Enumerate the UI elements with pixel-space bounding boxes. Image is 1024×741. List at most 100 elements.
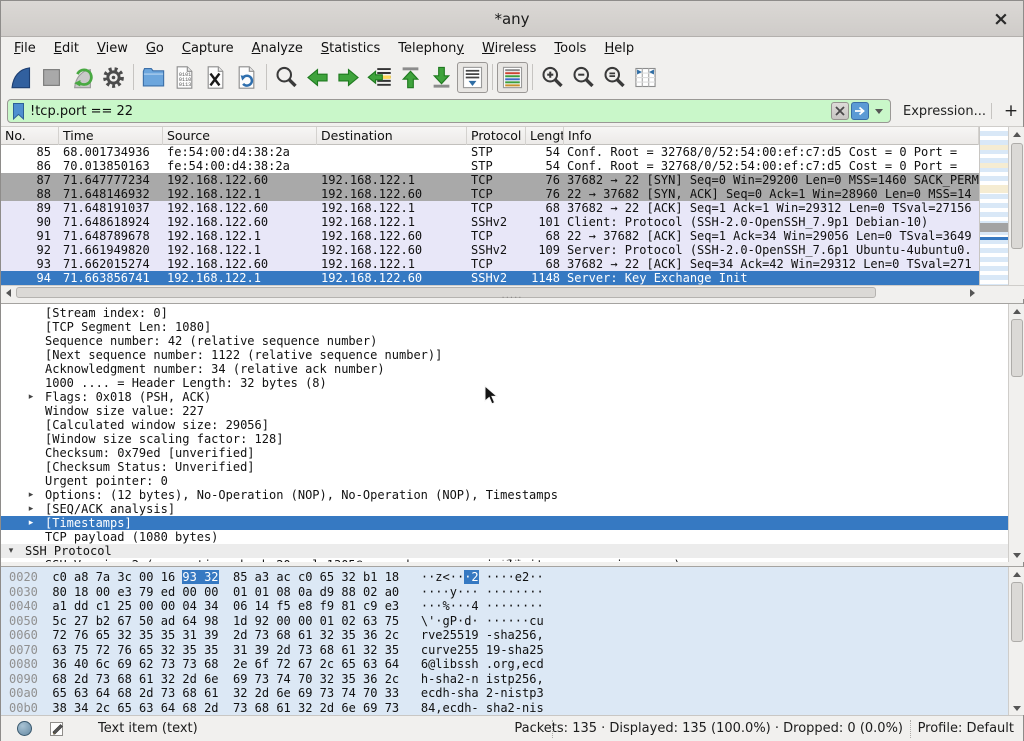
detail-row[interactable]: Window size value: 227	[1, 404, 1008, 418]
scrollbar-thumb[interactable]	[1011, 143, 1023, 249]
detail-row[interactable]: [Next sequence number: 1122 (relative se…	[1, 348, 1008, 362]
detail-row[interactable]: [Checksum Status: Unverified]	[1, 460, 1008, 474]
detail-row[interactable]: [Stream index: 0]	[1, 306, 1008, 320]
go-first-packet-button[interactable]	[395, 62, 426, 93]
go-forward-button[interactable]	[333, 62, 364, 93]
column-header-protocol[interactable]: Protocol	[467, 127, 526, 145]
hex-row-0060[interactable]: 0060 72 76 65 32 35 35 31 39 2d 73 68 61…	[1, 628, 1023, 643]
scroll-down-icon[interactable]	[1009, 701, 1024, 715]
colorize-packets-button[interactable]	[497, 62, 528, 93]
details-vertical-scrollbar[interactable]	[1008, 304, 1024, 562]
menu-edit[interactable]: Edit	[45, 39, 88, 58]
filter-history-dropdown-icon[interactable]	[875, 109, 883, 114]
detail-row[interactable]: ▸Options: (12 bytes), No-Operation (NOP)…	[1, 488, 1008, 502]
display-filter-field[interactable]	[7, 99, 891, 123]
packet-row-89[interactable]: 8971.648191037192.168.122.60192.168.122.…	[1, 201, 979, 215]
display-filter-input[interactable]	[26, 104, 829, 119]
profile-status[interactable]: Profile: Default	[918, 721, 1014, 736]
detail-row[interactable]: [Calculated window size: 29056]	[1, 418, 1008, 432]
detail-row[interactable]: ▸[SEQ/ACK analysis]	[1, 502, 1008, 516]
scroll-up-icon[interactable]	[1009, 567, 1024, 581]
close-file-button[interactable]	[200, 62, 231, 93]
hex-row-0080[interactable]: 0080 36 40 6c 69 62 73 73 68 2e 6f 72 67…	[1, 657, 1023, 672]
packet-row-94[interactable]: 9471.663856741192.168.122.1192.168.122.6…	[1, 271, 979, 285]
expand-icon[interactable]: ▸	[25, 488, 37, 502]
detail-row[interactable]: 1000 .... = Header Length: 32 bytes (8)	[1, 376, 1008, 390]
expert-info-icon[interactable]	[17, 721, 32, 736]
auto-scroll-button[interactable]	[457, 62, 488, 93]
zoom-normal-button[interactable]	[599, 62, 630, 93]
menu-statistics[interactable]: Statistics	[312, 39, 389, 58]
restart-capture-button[interactable]	[67, 62, 98, 93]
scrollbar-thumb[interactable]	[16, 287, 876, 298]
hex-row-0040[interactable]: 0040 a1 dd c1 25 00 00 04 34 06 14 f5 e8…	[1, 599, 1023, 614]
resize-columns-button[interactable]	[630, 62, 661, 93]
collapse-icon[interactable]: ▾	[5, 544, 17, 558]
packet-row-86[interactable]: 8670.013850163fe:54:00:d4:38:2aSTP54Conf…	[1, 159, 979, 173]
expand-icon[interactable]: ▸	[25, 516, 37, 530]
hex-row-0090[interactable]: 0090 68 2d 73 68 61 32 2d 6e 69 73 74 70…	[1, 672, 1023, 687]
menu-telephony[interactable]: Telephony	[389, 39, 473, 58]
column-header-no[interactable]: No.	[1, 127, 59, 145]
menu-file[interactable]: File	[5, 39, 45, 58]
expand-icon[interactable]: ▸	[25, 390, 37, 404]
packet-row-87[interactable]: 8771.647777234192.168.122.60192.168.122.…	[1, 173, 979, 187]
reload-file-button[interactable]	[231, 62, 262, 93]
scroll-left-icon[interactable]	[1, 286, 15, 300]
bookmark-icon[interactable]	[11, 102, 26, 121]
go-last-packet-button[interactable]	[426, 62, 457, 93]
menu-help[interactable]: Help	[595, 39, 643, 58]
detail-row[interactable]: TCP payload (1080 bytes)	[1, 530, 1008, 544]
packet-row-88[interactable]: 8871.648146932192.168.122.1192.168.122.6…	[1, 187, 979, 201]
menu-wireless[interactable]: Wireless	[473, 39, 545, 58]
menu-go[interactable]: Go	[137, 39, 173, 58]
find-packet-button[interactable]	[271, 62, 302, 93]
scrollbar-thumb[interactable]	[1011, 582, 1023, 642]
zoom-in-button[interactable]	[537, 62, 568, 93]
hex-row-0020[interactable]: 0020 c0 a8 7a 3c 00 16 93 32 85 a3 ac c0…	[1, 570, 1023, 585]
go-back-button[interactable]	[302, 62, 333, 93]
column-header-length[interactable]: Length	[526, 127, 564, 145]
scrollbar-thumb[interactable]	[1011, 319, 1023, 377]
scroll-right-icon[interactable]	[965, 286, 979, 300]
go-to-packet-button[interactable]	[364, 62, 395, 93]
expand-icon[interactable]: ▸	[25, 502, 37, 516]
packet-row-93[interactable]: 9371.662015274192.168.122.60192.168.122.…	[1, 257, 979, 271]
detail-row[interactable]: ▸[Timestamps]	[1, 516, 1008, 530]
packet-list-vertical-scrollbar[interactable]	[1008, 127, 1024, 299]
scroll-down-icon[interactable]	[1009, 548, 1024, 562]
packet-row-85[interactable]: 8568.001734936fe:54:00:d4:38:2aSTP54Conf…	[1, 145, 979, 159]
intelligent-scrollbar-minimap[interactable]	[979, 127, 1008, 285]
apply-filter-button[interactable]	[851, 102, 869, 120]
detail-row[interactable]: Sequence number: 42 (relative sequence n…	[1, 334, 1008, 348]
add-filter-button[interactable]: +	[1001, 99, 1021, 123]
menu-tools[interactable]: Tools	[545, 39, 595, 58]
column-header-time[interactable]: Time	[59, 127, 163, 145]
hex-row-00a0[interactable]: 00a0 65 63 64 68 2d 73 68 61 32 2d 6e 69…	[1, 686, 1023, 701]
menu-analyze[interactable]: Analyze	[243, 39, 312, 58]
close-window-button[interactable]: ×	[989, 7, 1013, 31]
open-file-button[interactable]	[138, 62, 169, 93]
packet-list-horizontal-scrollbar[interactable]	[1, 285, 979, 299]
save-file-button[interactable]: 010101100113	[169, 62, 200, 93]
packet-row-90[interactable]: 9071.648618924192.168.122.60192.168.122.…	[1, 215, 979, 229]
column-header-source[interactable]: Source	[163, 127, 317, 145]
menu-capture[interactable]: Capture	[173, 39, 243, 58]
capture-options-button[interactable]	[98, 62, 129, 93]
detail-row[interactable]: ▸Flags: 0x018 (PSH, ACK)	[1, 390, 1008, 404]
menu-view[interactable]: View	[88, 39, 137, 58]
capture-comment-icon[interactable]	[49, 720, 65, 741]
detail-row[interactable]: Urgent pointer: 0	[1, 474, 1008, 488]
packet-row-92[interactable]: 9271.661949820192.168.122.1192.168.122.6…	[1, 243, 979, 257]
detail-row[interactable]: Checksum: 0x79ed [unverified]	[1, 446, 1008, 460]
expression-button[interactable]: Expression...	[903, 104, 986, 119]
scroll-up-icon[interactable]	[1009, 127, 1024, 141]
hex-row-00b0[interactable]: 00b0 38 34 2c 65 63 64 68 2d 73 68 61 32…	[1, 701, 1023, 716]
hex-row-0070[interactable]: 0070 63 75 72 76 65 32 35 35 31 39 2d 73…	[1, 643, 1023, 658]
bytes-vertical-scrollbar[interactable]	[1008, 567, 1024, 715]
column-header-destination[interactable]: Destination	[317, 127, 467, 145]
packet-list-header[interactable]: No.TimeSourceDestinationProtocolLengthIn…	[1, 127, 979, 145]
clear-filter-button[interactable]	[831, 102, 849, 120]
start-capture-button[interactable]	[5, 62, 36, 93]
stop-capture-button[interactable]	[36, 62, 67, 93]
